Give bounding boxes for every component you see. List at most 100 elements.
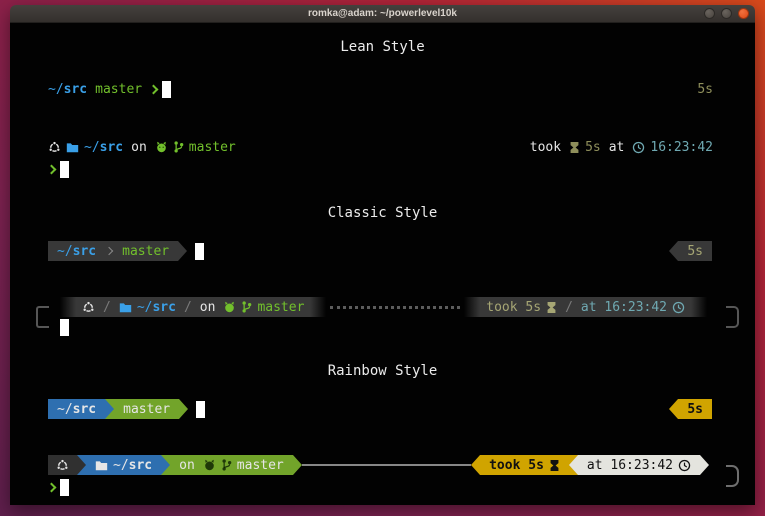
powerline-arrow bbox=[569, 455, 578, 475]
powerline-arrow bbox=[669, 241, 678, 261]
on-label: on bbox=[200, 300, 216, 315]
separator-slash: / bbox=[103, 300, 111, 315]
block-cursor bbox=[195, 243, 204, 260]
lean-prompt-1: ~/src master 5s bbox=[10, 79, 755, 99]
rainbow-prompt-2: ~/src on master took 5s a bbox=[10, 455, 755, 497]
os-ubuntu-icon bbox=[48, 141, 61, 154]
git-branch: master bbox=[95, 82, 142, 97]
folder-icon bbox=[95, 459, 108, 471]
dir-prefix: ~/ bbox=[57, 244, 73, 259]
git-branch: master bbox=[123, 402, 170, 417]
rainbow-prompt-1: ~/src master 5s bbox=[10, 399, 755, 419]
powerline-arrow bbox=[179, 399, 188, 419]
frame-dotted-connector bbox=[330, 306, 460, 309]
frame-bracket-right bbox=[726, 306, 739, 328]
dir-prefix: ~/ bbox=[57, 402, 73, 417]
clock-icon bbox=[678, 459, 691, 472]
segment-fade bbox=[691, 297, 707, 317]
separator-slash: / bbox=[565, 300, 573, 315]
at-time-label: at 16:23:42 bbox=[587, 458, 673, 473]
dir-name: src bbox=[152, 300, 175, 315]
git-branch: master bbox=[122, 244, 169, 259]
lean-prompt-2-line-1: ~/src on master took 5s at 16:23:42 bbox=[10, 137, 755, 157]
dir-prefix: ~/ bbox=[113, 458, 129, 473]
on-label: on bbox=[131, 140, 147, 155]
frame-line-connector bbox=[302, 464, 471, 466]
took-label: took bbox=[530, 140, 561, 155]
frame-bracket-right bbox=[726, 465, 739, 487]
separator-chevron-icon bbox=[105, 247, 113, 255]
powerline-arrow bbox=[669, 399, 678, 419]
prompt-chevron-icon bbox=[149, 84, 159, 94]
lean-prompt-2-line-2 bbox=[10, 159, 755, 179]
hourglass-icon bbox=[546, 301, 557, 314]
dir-prefix: ~/ bbox=[84, 140, 100, 155]
dir-name: src bbox=[129, 458, 152, 473]
took-label: took 5s bbox=[489, 458, 544, 473]
on-label: on bbox=[179, 458, 195, 473]
git-branch-icon bbox=[173, 140, 184, 154]
block-cursor bbox=[196, 401, 205, 418]
at-label: at bbox=[609, 140, 625, 155]
desktop-wallpaper: romka@adam: ~/powerlevel10k Lean Style ~… bbox=[0, 0, 765, 516]
powerline-arrow bbox=[105, 399, 114, 419]
github-octocat-icon bbox=[155, 141, 168, 153]
dir-prefix: ~/ bbox=[48, 82, 64, 97]
block-cursor bbox=[60, 479, 69, 496]
git-branch: master bbox=[237, 458, 284, 473]
prompt-chevron-icon bbox=[47, 482, 57, 492]
duration-label: 5s bbox=[697, 82, 713, 97]
dir-name: src bbox=[73, 402, 96, 417]
section-heading-rainbow: Rainbow Style bbox=[10, 363, 755, 379]
section-heading-lean: Lean Style bbox=[10, 39, 755, 55]
folder-icon bbox=[119, 301, 132, 313]
at-time-label: at 16:23:42 bbox=[581, 300, 667, 315]
powerline-arrow bbox=[471, 455, 480, 475]
classic-prompt-1: ~/src master 5s bbox=[10, 241, 755, 261]
minimize-button[interactable] bbox=[704, 8, 715, 19]
duration-label: 5s bbox=[585, 140, 601, 155]
prompt-chevron-icon bbox=[47, 164, 57, 174]
git-branch: master bbox=[257, 300, 304, 315]
titlebar[interactable]: romka@adam: ~/powerlevel10k bbox=[10, 5, 755, 23]
powerline-arrow bbox=[700, 455, 709, 475]
folder-icon bbox=[66, 141, 79, 153]
git-branch-icon bbox=[241, 300, 252, 314]
window-title: romka@adam: ~/powerlevel10k bbox=[10, 5, 755, 23]
dir-name: src bbox=[73, 244, 96, 259]
os-ubuntu-icon bbox=[82, 301, 95, 314]
window-controls bbox=[704, 8, 749, 19]
segment-fade bbox=[60, 297, 76, 317]
os-ubuntu-icon bbox=[56, 459, 69, 472]
time-label: 16:23:42 bbox=[650, 140, 713, 155]
hourglass-icon bbox=[569, 141, 580, 154]
section-heading-classic: Classic Style bbox=[10, 205, 755, 221]
powerline-arrow bbox=[178, 241, 187, 261]
duration-label: 5s bbox=[687, 402, 703, 417]
dir-name: src bbox=[64, 82, 87, 97]
dir-prefix: ~/ bbox=[137, 300, 153, 315]
classic-prompt-2: / ~/src / on master took 5s bbox=[10, 297, 755, 337]
segment-fade bbox=[464, 297, 480, 317]
frame-bracket-left bbox=[36, 306, 49, 328]
terminal-canvas[interactable]: Lean Style ~/srcmaster 5s ~/src on maste… bbox=[10, 23, 755, 505]
duration-label: 5s bbox=[687, 244, 703, 259]
terminal-window: romka@adam: ~/powerlevel10k Lean Style ~… bbox=[10, 5, 755, 505]
hourglass-icon bbox=[549, 459, 560, 472]
github-octocat-icon bbox=[203, 459, 216, 471]
block-cursor bbox=[60, 161, 69, 178]
powerline-arrow bbox=[77, 455, 86, 475]
powerline-arrow bbox=[161, 455, 170, 475]
github-octocat-icon bbox=[223, 301, 236, 313]
powerline-arrow bbox=[293, 455, 302, 475]
clock-icon bbox=[672, 301, 685, 314]
clock-icon bbox=[632, 141, 645, 154]
git-branch-icon bbox=[221, 458, 232, 472]
maximize-button[interactable] bbox=[721, 8, 732, 19]
took-label: took 5s bbox=[486, 300, 541, 315]
segment-fade bbox=[310, 297, 326, 317]
dir-name: src bbox=[100, 140, 123, 155]
close-button[interactable] bbox=[738, 8, 749, 19]
block-cursor bbox=[60, 319, 69, 336]
separator-slash: / bbox=[184, 300, 192, 315]
